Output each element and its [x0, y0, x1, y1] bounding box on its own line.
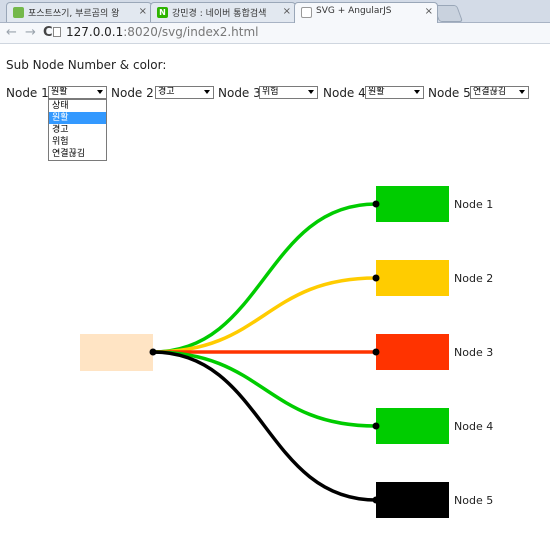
- link-line-5: [152, 350, 377, 502]
- target-node-label-3: Node 3: [454, 346, 493, 359]
- link-line-2: [152, 276, 377, 354]
- target-node-2[interactable]: [376, 260, 449, 296]
- node-1-dropdown-list: 상태 원활 경고 위험 연결끊김: [48, 99, 107, 161]
- dropdown-option-highlighted[interactable]: 원활: [49, 112, 106, 124]
- close-icon[interactable]: ×: [425, 6, 433, 17]
- target-node-label-4: Node 4: [454, 420, 493, 433]
- target-node-label-5: Node 5: [454, 494, 493, 507]
- target-node-group: Node 1 Node 2 Node 3 Node 4 Node 5: [376, 186, 493, 518]
- target-node-4[interactable]: [376, 408, 449, 444]
- dropdown-option[interactable]: 상태: [49, 100, 106, 112]
- source-connector-dot: [149, 348, 157, 356]
- browser-tab-3[interactable]: SVG + AngularJS ×: [294, 2, 438, 23]
- tab-title: SVG + AngularJS: [316, 6, 392, 16]
- target-connector-dot-2: [372, 274, 380, 282]
- target-connector-dot-3: [372, 348, 380, 356]
- node-diagram: Node 1 Node 2 Node 3 Node 4 Node 5: [80, 186, 493, 518]
- target-node-5[interactable]: [376, 482, 449, 518]
- page-favicon-icon: [301, 7, 312, 18]
- dropdown-option[interactable]: 연결끊김: [49, 148, 106, 160]
- target-connector-dot-5: [372, 496, 380, 504]
- source-node[interactable]: [80, 334, 153, 371]
- target-node-3[interactable]: [376, 334, 449, 370]
- target-connector-dot-4: [372, 422, 380, 430]
- target-connector-dot-1: [372, 200, 380, 208]
- target-node-label-2: Node 2: [454, 272, 493, 285]
- dropdown-option[interactable]: 경고: [49, 124, 106, 136]
- dropdown-option[interactable]: 위험: [49, 136, 106, 148]
- link-group: [152, 202, 377, 502]
- link-line-4: [152, 350, 377, 428]
- target-node-1[interactable]: [376, 186, 449, 222]
- link-line-1: [152, 202, 377, 354]
- target-node-label-1: Node 1: [454, 198, 493, 211]
